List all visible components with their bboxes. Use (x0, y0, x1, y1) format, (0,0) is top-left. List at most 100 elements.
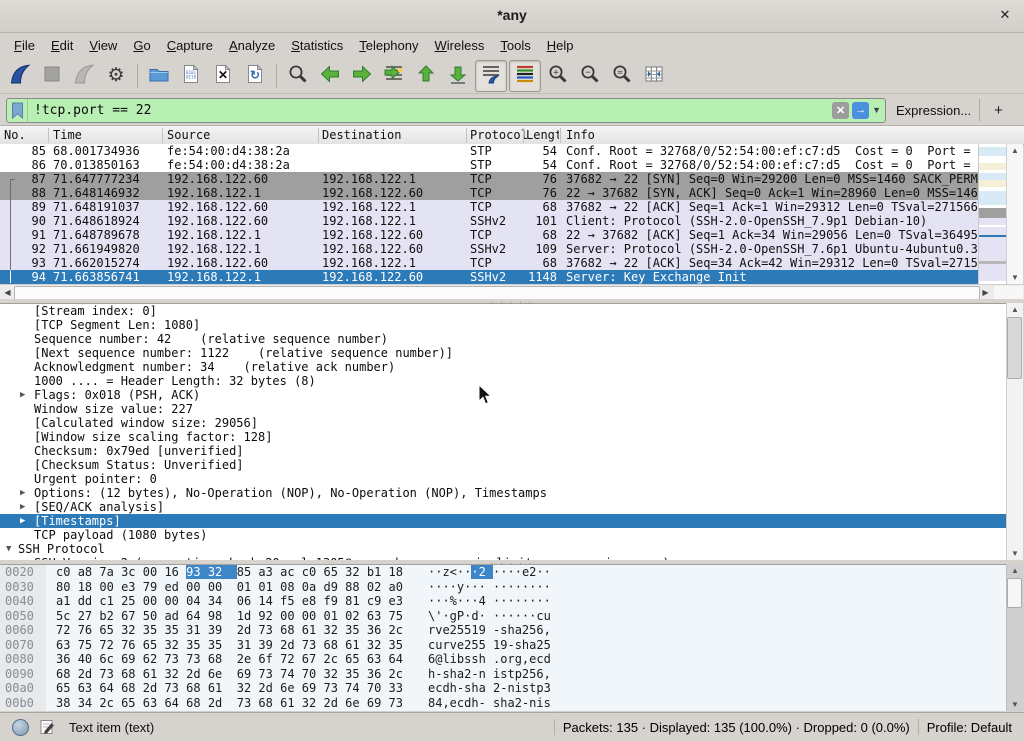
hex-bytes[interactable]: 72 76 65 32 35 35 31 39 2d 73 68 61 32 3… (56, 623, 403, 638)
hex-row-0050[interactable]: 00505c 27 b2 67 50 ad 64 98 1d 92 00 00 … (0, 609, 1006, 624)
open-file-button[interactable] (144, 61, 174, 91)
packet-row-90[interactable]: 9071.648618924192.168.122.60192.168.122.… (0, 214, 978, 228)
packet-row-91[interactable]: 9171.648789678192.168.122.1192.168.122.6… (0, 228, 978, 242)
expression-button[interactable]: Expression... (896, 103, 971, 118)
column-header-info[interactable]: Info (566, 128, 595, 142)
find-packet-button[interactable] (283, 61, 313, 91)
hex-row-0070[interactable]: 007063 75 72 76 65 32 35 35 31 39 2d 73 … (0, 638, 1006, 653)
stop-capture-button[interactable] (37, 61, 67, 91)
hex-row-0030[interactable]: 003080 18 00 e3 79 ed 00 00 01 01 08 0a … (0, 580, 1006, 595)
scroll-up-icon[interactable]: ▲ (1007, 303, 1023, 316)
menu-file[interactable]: File (6, 35, 43, 56)
column-header-time[interactable]: Time (53, 128, 82, 142)
detail-line[interactable]: ▶Options: (12 bytes), No-Operation (NOP)… (0, 486, 1006, 500)
packet-row-86[interactable]: 8670.013850163fe:54:00:d4:38:2aSTP54Conf… (0, 158, 978, 172)
column-header-length[interactable]: Length (526, 128, 559, 142)
detail-line[interactable]: ▼SSH Protocol (0, 542, 1006, 556)
hex-row-0090[interactable]: 009068 2d 73 68 61 32 2d 6e 69 73 74 70 … (0, 667, 1006, 682)
menu-analyze[interactable]: Analyze (221, 35, 283, 56)
window-close-button[interactable]: ✕ (996, 6, 1014, 24)
packet-row-87[interactable]: 8771.647777234192.168.122.60192.168.122.… (0, 172, 978, 186)
expand-icon[interactable]: ▶ (20, 486, 25, 500)
go-top-button[interactable] (411, 61, 441, 91)
filter-add-button[interactable]: + (988, 102, 1009, 119)
hex-bytes[interactable]: a1 dd c1 25 00 00 04 34 06 14 f5 e8 f9 8… (56, 594, 403, 609)
detail-line[interactable]: [Calculated window size: 29056] (0, 416, 1006, 430)
detail-line[interactable]: ▶[SEQ/ACK analysis] (0, 500, 1006, 514)
profile-status[interactable]: Profile: Default (927, 720, 1012, 735)
packet-row-85[interactable]: 8568.001734936fe:54:00:d4:38:2aSTP54Conf… (0, 144, 978, 158)
menu-wireless[interactable]: Wireless (427, 35, 493, 56)
scroll-down-icon[interactable]: ▼ (1007, 271, 1023, 284)
filter-dropdown-arrow[interactable]: ▼ (872, 105, 881, 115)
zoom-original-button[interactable]: = (607, 61, 637, 91)
scroll-left-icon[interactable]: ◀ (1, 286, 14, 299)
scroll-up-icon[interactable]: ▲ (1007, 564, 1023, 577)
zoom-out-button[interactable]: − (575, 61, 605, 91)
detail-line[interactable]: [Stream index: 0] (0, 304, 1006, 318)
column-header-no[interactable]: No. (4, 128, 26, 142)
column-divider[interactable] (48, 128, 49, 143)
hex-bytes[interactable]: 63 75 72 76 65 32 35 35 31 39 2d 73 68 6… (56, 638, 403, 653)
packet-row-88[interactable]: 8871.648146932192.168.122.1192.168.122.6… (0, 186, 978, 200)
menu-telephony[interactable]: Telephony (351, 35, 426, 56)
hex-row-00a0[interactable]: 00a065 63 64 68 2d 73 68 61 32 2d 6e 69 … (0, 681, 1006, 696)
detail-line[interactable]: Sequence number: 42 (relative sequence n… (0, 332, 1006, 346)
display-filter-input[interactable]: !tcp.port == 22 ✕ → ▼ (6, 98, 886, 123)
menu-go[interactable]: Go (125, 35, 158, 56)
column-divider[interactable] (560, 128, 561, 143)
capture-options-button[interactable]: ⚙ (101, 61, 131, 91)
detail-line[interactable]: [Next sequence number: 1122 (relative se… (0, 346, 1006, 360)
hex-bytes[interactable]: 65 63 64 68 2d 73 68 61 32 2d 6e 69 73 7… (56, 681, 403, 696)
scroll-up-icon[interactable]: ▲ (1007, 144, 1023, 157)
detail-scroll-thumb[interactable] (1007, 317, 1022, 379)
hex-ascii[interactable]: ecdh-sha 2-nistp3 (428, 681, 551, 696)
scroll-down-icon[interactable]: ▼ (1007, 698, 1023, 711)
start-capture-button[interactable] (5, 61, 35, 91)
packet-row-93[interactable]: 9371.662015274192.168.122.60192.168.122.… (0, 256, 978, 270)
packet-list-vscrollbar[interactable]: ▲ ▼ (1006, 144, 1023, 284)
auto-scroll-button[interactable] (475, 60, 507, 92)
close-file-button[interactable]: ✕ (208, 61, 238, 91)
scroll-right-icon[interactable]: ▶ (979, 286, 992, 299)
column-divider[interactable] (318, 128, 319, 143)
packet-row-92[interactable]: 9271.661949820192.168.122.1192.168.122.6… (0, 242, 978, 256)
hex-bytes[interactable]: 68 2d 73 68 61 32 2d 6e 69 73 74 70 32 3… (56, 667, 403, 682)
packet-list-minimap-scrollbar[interactable] (978, 144, 1006, 284)
expert-info-icon[interactable] (12, 719, 29, 736)
hex-ascii[interactable]: ···%···4 ········ (428, 594, 551, 609)
hex-row-0020[interactable]: 0020c0 a8 7a 3c 00 16 93 32 85 a3 ac c0 … (0, 565, 1006, 580)
menu-edit[interactable]: Edit (43, 35, 81, 56)
titlebar[interactable]: *any ✕ (0, 0, 1024, 33)
hex-ascii[interactable]: curve255 19-sha25 (428, 638, 551, 653)
hex-bytes[interactable]: 80 18 00 e3 79 ed 00 00 01 01 08 0a d9 8… (56, 580, 403, 595)
hex-row-0080[interactable]: 008036 40 6c 69 62 73 73 68 2e 6f 72 67 … (0, 652, 1006, 667)
reload-file-button[interactable]: ↻ (240, 61, 270, 91)
hex-ascii[interactable]: ··z<···2 ····e2·· (428, 565, 551, 580)
detail-line[interactable]: Checksum: 0x79ed [unverified] (0, 444, 1006, 458)
colorize-button[interactable] (509, 60, 541, 92)
go-back-button[interactable] (315, 61, 345, 91)
hex-ascii[interactable]: h-sha2-n istp256, (428, 667, 551, 682)
capture-comment-icon[interactable] (39, 719, 55, 735)
go-forward-button[interactable] (347, 61, 377, 91)
column-divider[interactable] (523, 128, 524, 143)
menu-view[interactable]: View (81, 35, 125, 56)
hex-ascii[interactable]: 6@libssh .org,ecd (428, 652, 551, 667)
detail-line[interactable]: Urgent pointer: 0 (0, 472, 1006, 486)
hex-bytes[interactable]: 5c 27 b2 67 50 ad 64 98 1d 92 00 00 01 0… (56, 609, 403, 624)
column-divider[interactable] (162, 128, 163, 143)
collapse-icon[interactable]: ▼ (6, 542, 11, 556)
go-bottom-button[interactable] (443, 61, 473, 91)
detail-line[interactable]: 1000 .... = Header Length: 32 bytes (8) (0, 374, 1006, 388)
column-divider[interactable] (466, 128, 467, 143)
hex-ascii[interactable]: 84,ecdh- sha2-nis (428, 696, 551, 711)
column-header-source[interactable]: Source (167, 128, 210, 142)
hex-bytes[interactable]: 36 40 6c 69 62 73 73 68 2e 6f 72 67 2c 6… (56, 652, 403, 667)
filter-clear-button[interactable]: ✕ (832, 102, 849, 119)
menu-capture[interactable]: Capture (159, 35, 221, 56)
resize-columns-button[interactable] (639, 61, 669, 91)
zoom-in-button[interactable]: + (543, 61, 573, 91)
filter-bookmark-icon[interactable] (7, 99, 28, 122)
hex-row-00b0[interactable]: 00b038 34 2c 65 63 64 68 2d 73 68 61 32 … (0, 696, 1006, 711)
